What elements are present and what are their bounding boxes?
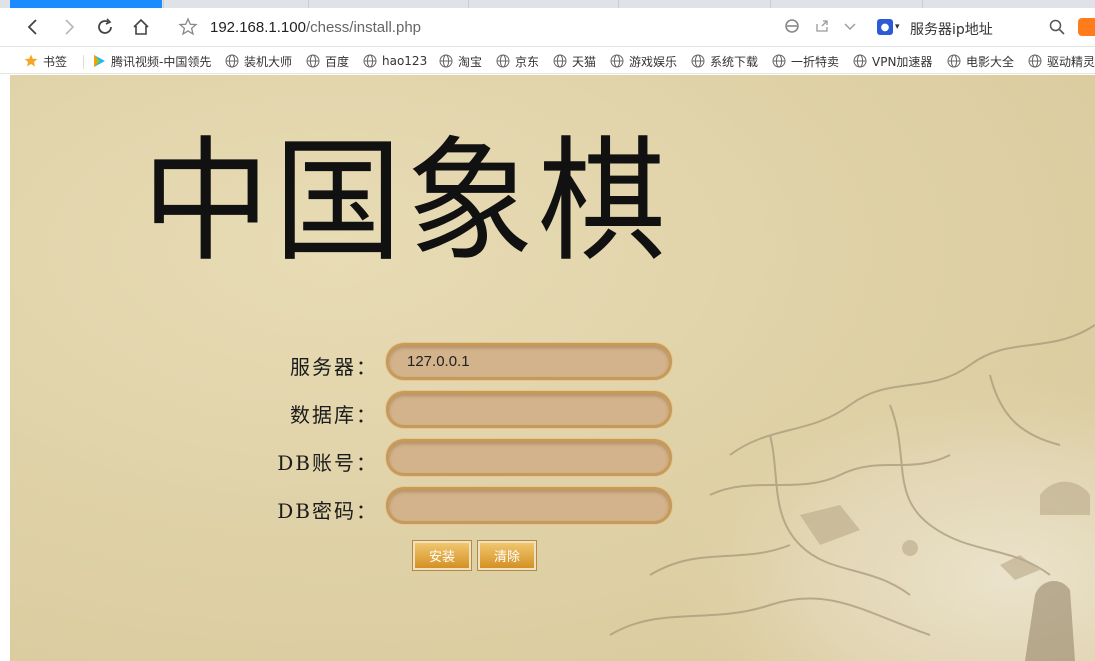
globe-icon bbox=[1028, 54, 1042, 68]
db-password-input[interactable] bbox=[386, 487, 672, 524]
tab[interactable] bbox=[922, 0, 1072, 8]
forward-icon[interactable] bbox=[56, 14, 82, 40]
globe-icon bbox=[691, 54, 705, 68]
tab[interactable] bbox=[163, 0, 308, 8]
globe-icon bbox=[610, 54, 624, 68]
bookmark-label: 系统下载 bbox=[710, 54, 759, 69]
globe-icon bbox=[225, 54, 239, 68]
bookmark-label: 腾讯视频-中国领先 bbox=[111, 54, 211, 69]
bookmark-label: 驱动精灵 bbox=[1047, 54, 1095, 69]
bookmark-label: VPN加速器 bbox=[872, 54, 933, 69]
bookmark-item[interactable]: 天猫 bbox=[553, 51, 596, 71]
db-user-input[interactable] bbox=[386, 439, 672, 476]
bookmark-item[interactable]: hao123 bbox=[363, 51, 427, 71]
active-tab[interactable] bbox=[10, 0, 162, 8]
bookmark-item[interactable]: 驱动精灵 bbox=[1028, 51, 1095, 71]
url-path: /chess/install.php bbox=[305, 19, 422, 36]
back-icon[interactable] bbox=[20, 14, 46, 40]
bookmarks-bar: 书签 腾讯视频-中国领先 装机大师 百度 hao123 淘宝 京东 天猫 游戏娱… bbox=[0, 47, 1095, 74]
globe-icon bbox=[772, 54, 786, 68]
db-password-label: DB密码： bbox=[277, 499, 378, 523]
server-input[interactable] bbox=[386, 343, 672, 380]
bookmark-label: 游戏娱乐 bbox=[629, 54, 678, 69]
tab[interactable] bbox=[618, 0, 770, 8]
bookmark-label: 电影大全 bbox=[966, 54, 1015, 69]
bookmark-label: 京东 bbox=[515, 54, 540, 69]
bookmark-label: 装机大师 bbox=[244, 54, 293, 69]
bookmark-label: hao123 bbox=[382, 54, 428, 68]
star-icon bbox=[24, 54, 38, 68]
server-row: 服务器： bbox=[280, 343, 700, 383]
bookmark-label: 书签 bbox=[43, 54, 68, 69]
search-engine-selector[interactable]: ● ▾ bbox=[877, 17, 901, 37]
tab-strip bbox=[0, 0, 1095, 8]
reload-icon[interactable] bbox=[92, 14, 118, 40]
share-icon[interactable] bbox=[814, 18, 830, 38]
clear-button[interactable]: 清除 bbox=[477, 540, 537, 571]
separator bbox=[83, 55, 84, 69]
bookmark-item[interactable]: VPN加速器 bbox=[853, 51, 932, 71]
bookmark-label: 淘宝 bbox=[458, 54, 483, 69]
tab[interactable] bbox=[468, 0, 618, 8]
bookmark-item[interactable]: 电影大全 bbox=[947, 51, 1014, 71]
game-extension-icon[interactable] bbox=[1078, 18, 1095, 36]
install-button[interactable]: 安装 bbox=[412, 540, 472, 571]
home-icon[interactable] bbox=[128, 14, 154, 40]
globe-icon bbox=[947, 54, 961, 68]
bookmark-item[interactable]: 一折特卖 bbox=[772, 51, 839, 71]
bookmark-item[interactable]: 京东 bbox=[496, 51, 539, 71]
page-left-margin bbox=[0, 75, 10, 661]
chess-install-page: 中国象棋 服务器： 数据库： DB账号： DB密码： 安装 清除 bbox=[10, 75, 1095, 661]
bookmark-item[interactable]: 淘宝 bbox=[439, 51, 482, 71]
bookmark-item[interactable]: 腾讯视频-中国领先 bbox=[92, 51, 211, 71]
bookmark-label: 百度 bbox=[325, 54, 350, 69]
search-icon[interactable] bbox=[1048, 18, 1066, 36]
globe-icon bbox=[496, 54, 510, 68]
bookmark-item[interactable]: 书签 bbox=[24, 51, 67, 71]
tencent-video-icon bbox=[92, 54, 106, 68]
db-user-label: DB账号： bbox=[277, 451, 378, 475]
server-label: 服务器： bbox=[290, 355, 378, 379]
globe-icon bbox=[439, 54, 453, 68]
ie-mode-icon[interactable] bbox=[784, 18, 800, 38]
bookmark-star-icon[interactable] bbox=[178, 17, 198, 37]
database-label: 数据库： bbox=[290, 403, 378, 427]
globe-icon bbox=[363, 54, 377, 68]
globe-icon bbox=[853, 54, 867, 68]
bookmark-item[interactable]: 游戏娱乐 bbox=[610, 51, 677, 71]
globe-icon bbox=[553, 54, 567, 68]
address-bar-row: 192.168.1.100/chess/install.php ● ▾ 服务器i… bbox=[0, 8, 1095, 47]
database-input[interactable] bbox=[386, 391, 672, 428]
tab[interactable] bbox=[770, 0, 922, 8]
chevron-down-icon[interactable] bbox=[842, 18, 858, 38]
url-field[interactable]: 192.168.1.100/chess/install.php bbox=[210, 19, 421, 36]
tab[interactable] bbox=[308, 0, 468, 8]
page-title: 中国象棋 bbox=[142, 124, 671, 281]
bookmark-item[interactable]: 系统下载 bbox=[691, 51, 758, 71]
bookmark-item[interactable]: 百度 bbox=[306, 51, 349, 71]
database-row: 数据库： bbox=[280, 391, 700, 431]
search-input[interactable]: 服务器ip地址 bbox=[910, 19, 993, 39]
url-host: 192.168.1.100 bbox=[210, 19, 306, 36]
bookmark-item[interactable]: 装机大师 bbox=[225, 51, 292, 71]
bookmark-label: 一折特卖 bbox=[791, 54, 840, 69]
db-user-row: DB账号： bbox=[277, 439, 700, 479]
caret-down-icon: ▾ bbox=[895, 22, 900, 32]
bookmark-label: 天猫 bbox=[572, 54, 597, 69]
globe-icon bbox=[306, 54, 320, 68]
db-password-row: DB密码： bbox=[277, 487, 700, 527]
baidu-paw-icon: ● bbox=[877, 19, 893, 35]
